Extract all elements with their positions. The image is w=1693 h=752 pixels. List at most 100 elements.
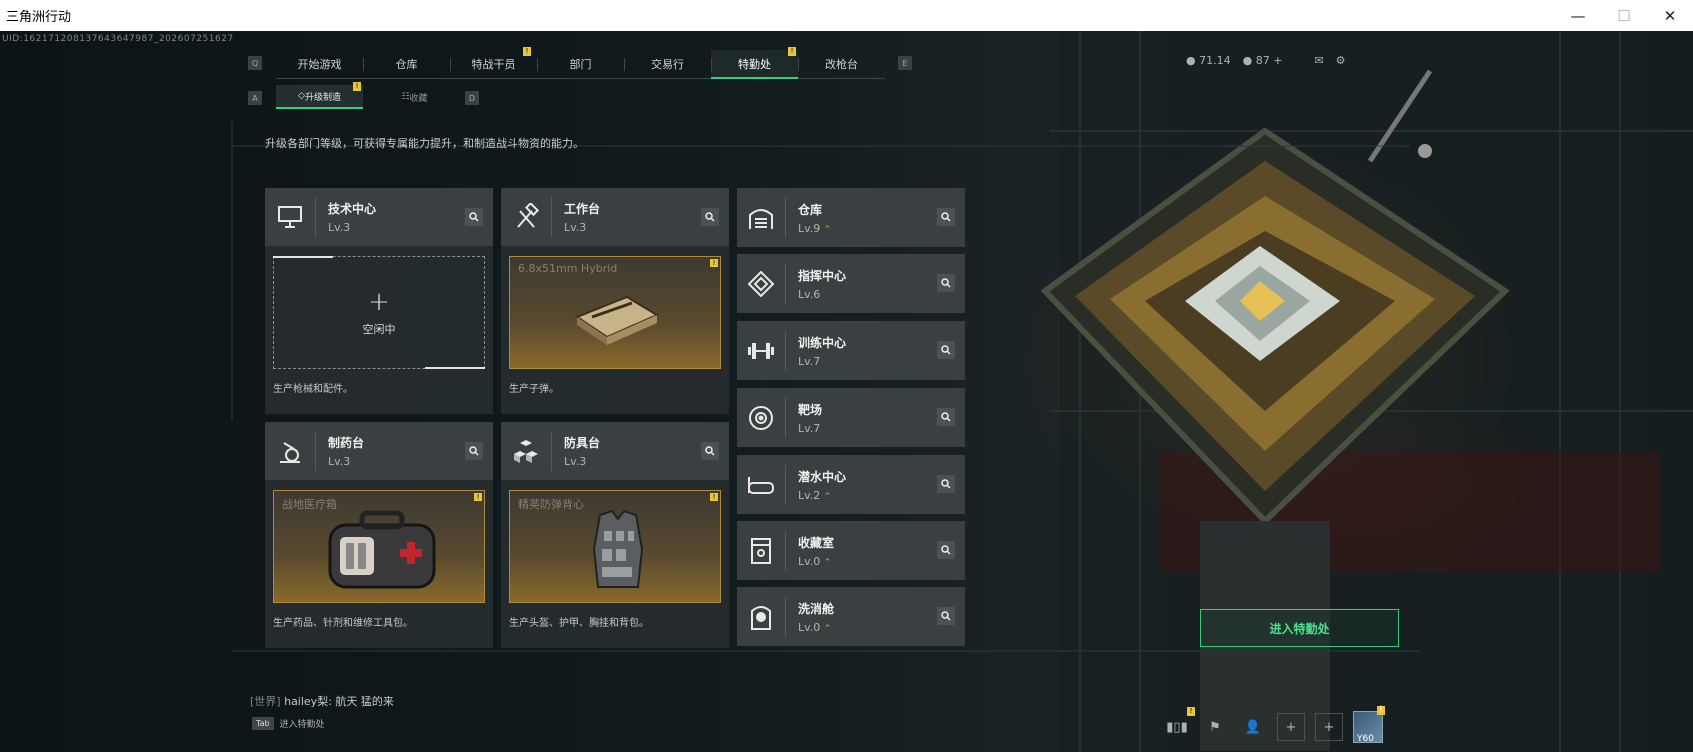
window-titlebar: 三角洲行动 — ☐ ✕ bbox=[0, 0, 1693, 31]
facility-decon-chamber[interactable]: 洗消舱 Lv.0 ⌃ bbox=[737, 587, 965, 646]
facility-name: 指挥中心 bbox=[798, 268, 847, 283]
display-case-icon bbox=[737, 521, 785, 580]
card-workbench[interactable]: 工作台 Lv.3 6.8x51mm Hybrid ! 生产子弹。 bbox=[501, 188, 729, 414]
minimize-button[interactable]: — bbox=[1555, 0, 1601, 31]
chat-channel: [世界] bbox=[250, 695, 281, 708]
facility-command-center[interactable]: 指挥中心 Lv.6 bbox=[737, 254, 965, 313]
search-icon[interactable] bbox=[937, 541, 955, 559]
facility-warehouse[interactable]: 仓库 Lv.9 ⌃ bbox=[737, 188, 965, 247]
cube-structure bbox=[1040, 127, 1510, 751]
subtab-upgrade[interactable]: ◇ 升级制造! bbox=[276, 82, 363, 109]
facility-level: Lv.9 bbox=[798, 221, 821, 235]
close-button[interactable]: ✕ bbox=[1647, 0, 1693, 31]
notification-badge: ! bbox=[710, 493, 718, 501]
search-icon[interactable] bbox=[937, 408, 955, 426]
item-name: 精英防弹背心 bbox=[518, 498, 584, 511]
card-pharmacy[interactable]: 制药台 Lv.3 战地医疗箱 ! 生产药品、针剂和维修工具包。 bbox=[265, 422, 493, 648]
mail-icon[interactable]: ✉ bbox=[1314, 54, 1323, 67]
tab-hint-label: 进入特勤处 bbox=[279, 720, 325, 730]
tab-hint[interactable]: Tab 进入特勤处 bbox=[252, 717, 325, 730]
facility-level: Lv.7 bbox=[798, 421, 821, 435]
facility-training-center[interactable]: 训练中心 Lv.7 bbox=[737, 321, 965, 380]
production-slot-item[interactable]: 6.8x51mm Hybrid ! bbox=[509, 256, 721, 369]
search-icon[interactable] bbox=[937, 475, 955, 493]
facility-name: 潜水中心 bbox=[798, 469, 847, 484]
upgrade-arrow-icon: ⌃ bbox=[823, 557, 832, 568]
facility-level: Lv.6 bbox=[798, 287, 821, 301]
main-tabs: 开始游戏 仓库 特战干员! 部门 交易行 特勤处! 改枪台 bbox=[276, 47, 885, 79]
nav-prev-key[interactable]: Q bbox=[248, 56, 262, 70]
chat-message: 航天 猛的来 bbox=[335, 695, 394, 708]
tab-trading[interactable]: 交易行 bbox=[624, 50, 711, 79]
flag-icon[interactable]: ⚑ bbox=[1201, 713, 1229, 741]
add-team-button[interactable]: + bbox=[1315, 713, 1343, 741]
game-viewport: UID:1621712081376436479​87_202607251627 … bbox=[0, 31, 1693, 752]
card-level: Lv.3 bbox=[328, 455, 351, 468]
computer-icon bbox=[265, 188, 315, 246]
search-icon[interactable] bbox=[937, 607, 955, 625]
notification-badge: ! bbox=[523, 47, 531, 56]
dumbbell-icon bbox=[737, 321, 785, 380]
settings-icon[interactable]: ⚙ bbox=[1336, 54, 1346, 67]
search-icon[interactable] bbox=[937, 208, 955, 226]
avatar[interactable]: Y60! bbox=[1353, 706, 1385, 744]
add-friend-button[interactable]: + bbox=[1277, 713, 1305, 741]
card-footer: 生产子弹。 bbox=[509, 384, 559, 395]
card-armor-bench[interactable]: 防具台 Lv.3 精英防弹背心 ! 生产头盔、护甲、胸挂和背包。 bbox=[501, 422, 729, 648]
window-title: 三角洲行动 bbox=[6, 10, 72, 25]
subnav-next-key[interactable]: D bbox=[465, 91, 479, 105]
upgrade-arrow-icon: ⌃ bbox=[823, 491, 832, 502]
item-name: 6.8x51mm Hybrid bbox=[518, 262, 618, 275]
search-icon[interactable] bbox=[465, 442, 483, 460]
search-icon[interactable] bbox=[937, 341, 955, 359]
chip-icon bbox=[737, 254, 785, 313]
tab-start-game[interactable]: 开始游戏 bbox=[276, 50, 363, 79]
facility-collection-room[interactable]: 收藏室 Lv.0 ⌃ bbox=[737, 521, 965, 580]
notification-badge: ! bbox=[353, 82, 361, 91]
production-slot-item[interactable]: 精英防弹背心 ! bbox=[509, 490, 721, 603]
notification-badge: ! bbox=[710, 259, 718, 267]
chat-user: hailey梨 bbox=[284, 695, 329, 708]
upgrade-arrow-icon: ⌃ bbox=[823, 224, 832, 235]
microscope-icon bbox=[265, 422, 315, 480]
enter-special-ops-button[interactable]: 进入特勤处 bbox=[1200, 609, 1399, 647]
upgrade-arrow-icon: ⌃ bbox=[823, 623, 832, 634]
bottom-toolbar: ▮▯▮! ⚑ 👤 + + Y60! bbox=[1163, 706, 1385, 744]
armor-vest-icon bbox=[592, 509, 644, 588]
currency-2[interactable]: ● 87 + bbox=[1243, 54, 1283, 67]
card-tech-center[interactable]: 技术中心 Lv.3 + 空闲中 生产枪械和配件。 bbox=[265, 188, 493, 414]
maximize-button[interactable]: ☐ bbox=[1601, 0, 1647, 31]
production-slot-empty[interactable]: + 空闲中 bbox=[273, 256, 485, 369]
avatar-level: Y60 bbox=[1357, 734, 1374, 744]
card-level: Lv.3 bbox=[328, 221, 351, 234]
production-slot-item[interactable]: 战地医疗箱 ! bbox=[273, 490, 485, 603]
chat-line[interactable]: [世界] hailey梨: 航天 猛的来 bbox=[250, 693, 394, 709]
search-icon[interactable] bbox=[937, 274, 955, 292]
tab-department[interactable]: 部门 bbox=[537, 50, 624, 79]
facility-name: 靶场 bbox=[798, 402, 823, 417]
garage-icon bbox=[737, 188, 785, 247]
facility-name: 仓库 bbox=[798, 202, 823, 217]
tab-operators[interactable]: 特战干员! bbox=[450, 47, 537, 79]
diving-mask-icon bbox=[737, 455, 785, 514]
tab-special-ops[interactable]: 特勤处! bbox=[711, 47, 798, 79]
card-footer: 生产药品、针剂和维修工具包。 bbox=[273, 618, 413, 629]
hammer-icon bbox=[501, 188, 551, 246]
tab-warehouse[interactable]: 仓库 bbox=[363, 50, 450, 79]
card-level: Lv.3 bbox=[564, 455, 587, 468]
search-icon[interactable] bbox=[701, 208, 719, 226]
facility-shooting-range[interactable]: 靶场 Lv.7 bbox=[737, 388, 965, 447]
friends-icon[interactable]: 👤 bbox=[1239, 713, 1267, 741]
tab-key: Tab bbox=[252, 717, 274, 730]
stats-icon[interactable]: ▮▯▮! bbox=[1163, 707, 1195, 741]
facility-level: Lv.0 bbox=[798, 554, 821, 568]
subnav-prev-key[interactable]: A bbox=[248, 91, 262, 105]
sub-tabs: ◇ 升级制造! ☷ 收藏 bbox=[276, 82, 458, 109]
nav-next-key[interactable]: E bbox=[898, 56, 912, 70]
facility-diving-center[interactable]: 潜水中心 Lv.2 ⌃ bbox=[737, 455, 965, 514]
search-icon[interactable] bbox=[701, 442, 719, 460]
tab-gunsmith[interactable]: 改枪台 bbox=[798, 50, 885, 79]
subtab-collection[interactable]: ☷ 收藏 bbox=[371, 85, 458, 109]
facility-name: 收藏室 bbox=[798, 535, 835, 550]
search-icon[interactable] bbox=[465, 208, 483, 226]
